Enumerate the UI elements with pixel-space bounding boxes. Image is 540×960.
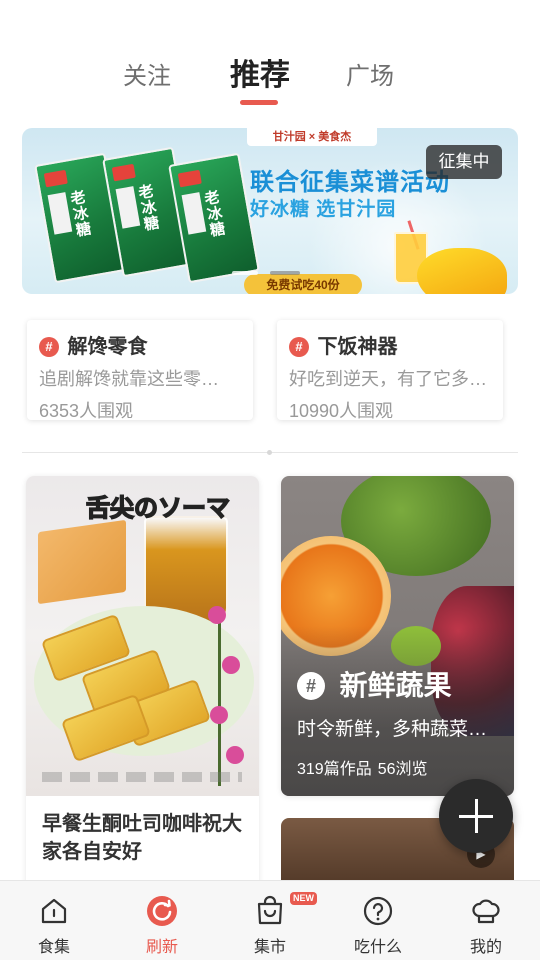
flower-bud xyxy=(222,656,240,674)
topic-desc: 好吃到逆天，有了它多… xyxy=(289,369,487,389)
nav-label: 集市 xyxy=(253,939,286,956)
nav-what-to-eat[interactable]: 吃什么 xyxy=(324,881,432,960)
tab-recommended[interactable]: 推荐 xyxy=(230,50,290,94)
pagination-dot-active xyxy=(270,271,300,275)
nav-market[interactable]: NEW 集市 xyxy=(216,881,324,960)
photo-caption: 舌尖のソーマ xyxy=(85,493,231,523)
topic-title: 新鲜蔬果 xyxy=(339,670,452,701)
topic-card[interactable]: # 解馋零食 追剧解馋就靠这些零… 6353人围观 xyxy=(27,320,253,421)
bottom-nav: 食集 刷新 NEW 集市 吃什么 我的 xyxy=(0,880,540,960)
home-icon xyxy=(41,898,67,924)
nav-label: 刷新 xyxy=(145,939,178,956)
topic-title: 下饭神器 xyxy=(317,336,398,358)
divider-dot xyxy=(267,450,272,455)
collecting-badge: 征集中 xyxy=(426,145,502,179)
photo-credits xyxy=(42,772,242,782)
works-count: 319篇作品 xyxy=(297,761,372,778)
banner-headline: 联合征集菜谱活动 xyxy=(250,169,450,196)
topic-viewers: 6353人围观 xyxy=(39,401,134,421)
recipe-title: 早餐生酮吐司咖啡祝大家各自安好 xyxy=(42,813,242,863)
topic-title: 解馋零食 xyxy=(67,336,148,358)
recipe-photo: 舌尖のソーマ xyxy=(26,476,259,796)
banner-pagination xyxy=(232,271,302,275)
topic-overlay: # 新鲜蔬果 时令新鲜，多种蔬菜… 319篇作品 56浏览 xyxy=(297,664,507,779)
recipe-card[interactable]: 舌尖のソーマ 早餐生酮吐司咖啡祝大家各自安好 xyxy=(26,476,259,896)
flower-stem xyxy=(218,616,221,786)
views-count: 56浏览 xyxy=(377,761,428,778)
chef-hat-icon xyxy=(472,899,500,924)
banner-subline: 好冰糖 选甘汁园 xyxy=(250,199,397,220)
flower-bud xyxy=(208,606,226,624)
mango-image xyxy=(417,248,507,294)
top-tab-bar: 关注 推荐 广场 xyxy=(0,40,540,110)
tab-following[interactable]: 关注 xyxy=(123,56,171,91)
banner-brand: 甘汁园 × 美食杰 xyxy=(247,128,377,146)
nav-label: 吃什么 xyxy=(353,939,402,956)
nav-refresh[interactable]: 刷新 xyxy=(108,881,216,960)
hashtag-icon: # xyxy=(297,672,325,700)
create-post-button[interactable] xyxy=(439,779,513,853)
nav-home[interactable]: 食集 xyxy=(0,881,108,960)
topic-feature-card[interactable]: # 新鲜蔬果 时令新鲜，多种蔬菜… 319篇作品 56浏览 xyxy=(281,476,514,796)
promo-banner[interactable]: 老冰糖 老冰糖 老冰糖 甘汁园 × 美食杰 联合征集菜谱活动 好冰糖 选甘汁园 … xyxy=(22,128,518,294)
topic-card[interactable]: # 下饭神器 好吃到逆天，有了它多… 10990人围观 xyxy=(277,320,503,421)
new-badge: NEW xyxy=(290,892,317,905)
nav-label: 我的 xyxy=(469,939,502,956)
nav-label: 食集 xyxy=(37,939,70,956)
banner-trial-tag: 免费试吃40份 xyxy=(244,274,362,294)
packaged-box xyxy=(38,519,126,605)
tab-square[interactable]: 广场 xyxy=(346,56,394,91)
topic-desc: 时令新鲜，多种蔬菜… xyxy=(297,719,488,740)
active-tab-indicator xyxy=(240,100,278,105)
nav-profile[interactable]: 我的 xyxy=(432,881,540,960)
question-icon xyxy=(363,896,393,926)
shopping-bag-icon xyxy=(257,895,283,925)
topic-viewers: 10990人围观 xyxy=(289,401,394,421)
refresh-icon xyxy=(147,896,177,926)
flower-bud xyxy=(226,746,244,764)
flower-bud xyxy=(210,706,228,724)
topic-desc: 追剧解馋就靠这些零… xyxy=(39,369,219,389)
hashtag-icon: # xyxy=(39,337,59,357)
pagination-dot xyxy=(232,271,258,275)
topic-stats: 319篇作品 56浏览 xyxy=(297,755,507,779)
hashtag-icon: # xyxy=(289,337,309,357)
